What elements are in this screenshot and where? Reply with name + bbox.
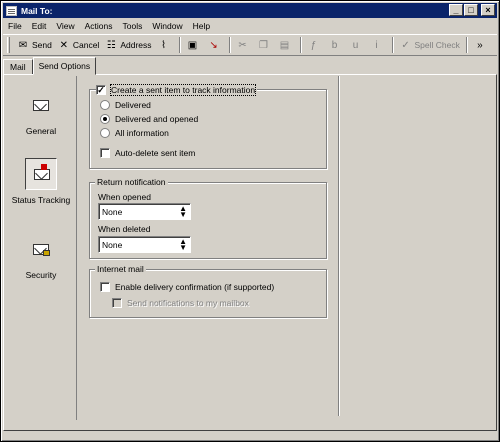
when-opened-select[interactable]: None ▲ ▼ [98, 203, 191, 220]
copy-button[interactable]: ❐ [255, 36, 276, 54]
tab-mail[interactable]: Mail [3, 59, 33, 75]
toolbar-separator [228, 37, 231, 53]
create-sent-item-checkbox[interactable]: ✓ Create a sent item to track informatio… [96, 84, 258, 96]
when-opened-label: When opened [98, 192, 151, 202]
cut-button[interactable]: ✂ [234, 36, 255, 54]
category-general[interactable]: General [5, 90, 77, 136]
when-deleted-label: When deleted [98, 224, 151, 234]
menu-view[interactable]: View [51, 21, 79, 31]
radio-button[interactable] [100, 128, 110, 138]
send-icon: ✉ [18, 39, 28, 51]
status-tracking-icon [25, 158, 57, 190]
attach-button[interactable]: ⌇ [155, 36, 176, 54]
when-deleted-select[interactable]: None ▲ ▼ [98, 236, 191, 253]
underline-button[interactable]: u [347, 36, 368, 54]
enable-delivery-label: Enable delivery confirmation (if support… [115, 282, 275, 292]
divider [338, 76, 340, 416]
font-button[interactable]: ƒ [305, 36, 326, 54]
tab-send-options[interactable]: Send Options [32, 57, 97, 75]
spell-check-icon: ✓ [401, 39, 410, 51]
maximize-button[interactable]: □ [464, 4, 478, 16]
italic-icon: i [375, 39, 378, 51]
auto-delete-label: Auto-delete sent item [115, 148, 196, 158]
menu-bar: File Edit View Actions Tools Window Help [3, 18, 497, 34]
radio-label: Delivered [115, 100, 151, 110]
paste-button[interactable]: ▤ [276, 36, 297, 54]
internet-mail-title: Internet mail [95, 264, 146, 274]
send-options-icon: ↘ [209, 39, 218, 51]
toolbar-separator [391, 37, 394, 53]
radio-button-selected[interactable] [100, 114, 110, 124]
send-button[interactable]: ✉ Send [14, 36, 55, 54]
send-options-button[interactable]: ↘ [205, 36, 226, 54]
paperclip-icon: ⌇ [161, 39, 166, 51]
paste-icon: ▤ [279, 39, 290, 51]
select-arrow-icon: ▲ ▼ [179, 237, 187, 252]
send-notifications-label: Send notifications to my mailbox [127, 298, 249, 308]
save-draft-button[interactable]: ▣ [184, 36, 205, 54]
checkbox-checked[interactable]: ✓ [96, 85, 106, 95]
toolbar-separator [299, 37, 302, 53]
enable-delivery-confirmation-checkbox[interactable]: Enable delivery confirmation (if support… [100, 282, 274, 292]
bold-icon: b [331, 39, 338, 51]
checkbox[interactable] [100, 148, 110, 158]
when-opened-value: None [102, 206, 123, 217]
menu-window[interactable]: Window [147, 21, 187, 31]
security-icon [25, 234, 57, 266]
auto-delete-checkbox[interactable]: Auto-delete sent item [100, 148, 195, 158]
tracking-group: ✓ Create a sent item to track informatio… [89, 84, 327, 169]
radio-label: Delivered and opened [115, 114, 199, 124]
close-button[interactable]: × [481, 4, 495, 16]
save-icon: ▣ [187, 39, 198, 51]
tab-strip: Mail Send Options [3, 57, 97, 75]
bold-button[interactable]: b [326, 36, 347, 54]
radio-delivered-opened[interactable]: Delivered and opened [100, 114, 198, 124]
toolbar-separator [178, 37, 181, 53]
envelope-icon [25, 90, 57, 122]
radio-delivered[interactable]: Delivered [100, 100, 151, 110]
category-status-tracking[interactable]: Status Tracking [5, 158, 77, 206]
toolbar-grip[interactable] [7, 37, 10, 53]
title-bar: Mail To: _ □ × [3, 3, 497, 18]
return-notification-group: Return notification When opened None ▲ ▼ … [89, 177, 327, 259]
radio-all-information[interactable]: All information [100, 128, 169, 138]
toolbar-more-button[interactable]: » [471, 36, 492, 54]
copy-icon: ❐ [259, 39, 268, 51]
category-security[interactable]: Security [5, 234, 77, 280]
cancel-button[interactable]: ✕ Cancel [55, 36, 102, 54]
chevron-icon: » [477, 39, 483, 51]
select-arrow-icon: ▲ ▼ [179, 204, 187, 219]
italic-button[interactable]: i [368, 36, 389, 54]
menu-file[interactable]: File [3, 21, 27, 31]
spell-check-button[interactable]: ✓ Spell Check [397, 36, 463, 54]
toolbar-separator [465, 37, 468, 53]
underline-icon: u [352, 39, 359, 51]
internet-mail-group: Internet mail Enable delivery confirmati… [89, 264, 327, 318]
create-sent-item-label: Create a sent item to track information [109, 84, 257, 96]
category-bar: General Status Tracking Security [5, 76, 77, 420]
cancel-icon: ✕ [59, 39, 69, 51]
cut-icon: ✂ [238, 39, 247, 51]
send-notifications-checkbox: Send notifications to my mailbox [112, 298, 249, 308]
address-button[interactable]: ☷ Address [102, 36, 154, 54]
checkbox[interactable] [100, 282, 110, 292]
window-title: Mail To: [21, 5, 53, 16]
when-deleted-value: None [102, 239, 123, 250]
mail-to-window: Mail To: _ □ × File Edit View Actions To… [0, 0, 500, 442]
menu-help[interactable]: Help [188, 21, 215, 31]
return-notification-title: Return notification [95, 177, 168, 187]
font-icon: ƒ [310, 39, 317, 51]
radio-label: All information [115, 128, 169, 138]
menu-tools[interactable]: Tools [118, 21, 148, 31]
address-book-icon: ☷ [106, 39, 116, 51]
minimize-button[interactable]: _ [449, 4, 463, 16]
menu-actions[interactable]: Actions [80, 21, 118, 31]
checkbox-disabled [112, 298, 122, 308]
toolbar: ✉ Send ✕ Cancel ☷ Address ⌇ ▣ ↘ ✂ ❐ ▤ ƒ … [3, 34, 497, 56]
mail-icon [6, 5, 17, 16]
radio-button[interactable] [100, 100, 110, 110]
menu-edit[interactable]: Edit [27, 21, 52, 31]
